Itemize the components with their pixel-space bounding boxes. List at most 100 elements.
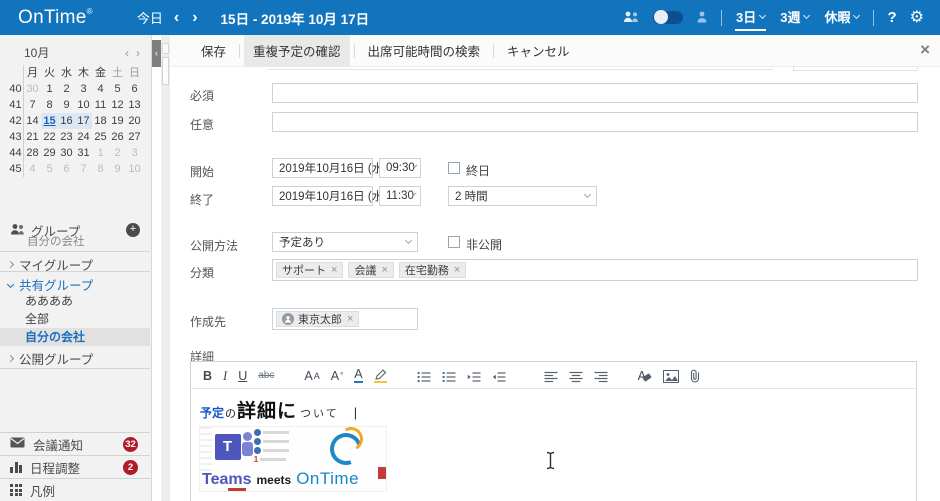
calendar-day[interactable]: 24: [75, 129, 92, 145]
next-arrow-button[interactable]: ›: [190, 11, 199, 25]
save-button[interactable]: 保存: [192, 35, 235, 67]
required-attendees-input[interactable]: [272, 83, 918, 103]
sidebar-item-meeting-notice[interactable]: 会議通知 32: [0, 432, 150, 455]
duration-select[interactable]: 2 時間: [448, 186, 597, 206]
owner-field[interactable]: 東京太郎 ×: [272, 308, 418, 330]
bold-button[interactable]: B: [203, 367, 212, 383]
sidebar-item-shared-groups[interactable]: 共有グループ: [0, 274, 150, 294]
all-day-checkbox[interactable]: [448, 162, 460, 174]
calendar-day[interactable]: 10: [126, 161, 143, 177]
calendar-day[interactable]: 6: [126, 81, 143, 97]
calendar-prev-button[interactable]: ‹: [125, 46, 129, 60]
calendar-day[interactable]: 23: [58, 129, 75, 145]
calendar-day[interactable]: 8: [41, 97, 58, 113]
calendar-day[interactable]: 10: [75, 97, 92, 113]
check-duplicates-button[interactable]: 重複予定の確認: [244, 35, 350, 67]
end-time-select[interactable]: 11:30: [379, 186, 421, 206]
sidebar-item-legend[interactable]: 凡例: [0, 478, 150, 501]
calendar-day[interactable]: 26: [109, 129, 126, 145]
calendar-day[interactable]: 21: [24, 129, 41, 145]
calendar-day[interactable]: 30: [58, 145, 75, 161]
scrollbar-thumb[interactable]: [162, 57, 169, 85]
calendar-day[interactable]: 18: [92, 113, 109, 129]
help-button[interactable]: ?: [887, 9, 896, 26]
outdent-button[interactable]: [492, 367, 506, 383]
sidebar-item-public-groups[interactable]: 公開グループ: [0, 348, 150, 368]
strikethrough-button[interactable]: abc: [258, 367, 274, 383]
calendar-day[interactable]: 4: [24, 161, 41, 177]
calendar-day[interactable]: 1: [92, 145, 109, 161]
calendar-day[interactable]: 27: [126, 129, 143, 145]
close-icon[interactable]: ×: [920, 41, 930, 59]
start-date-select[interactable]: 2019年10月16日 (水): [272, 158, 373, 178]
calendar-day[interactable]: 14: [24, 113, 41, 129]
calendar-day[interactable]: 2: [58, 81, 75, 97]
calendar-next-button[interactable]: ›: [136, 46, 140, 60]
calendar-day[interactable]: 2: [109, 145, 126, 161]
attachment-icon[interactable]: [690, 367, 700, 383]
remove-tag-icon[interactable]: ×: [381, 264, 387, 276]
calendar-day[interactable]: 9: [109, 161, 126, 177]
cancel-button[interactable]: キャンセル: [498, 35, 579, 67]
calendar-day-selected[interactable]: 15: [41, 113, 58, 129]
calendar-day[interactable]: 29: [41, 145, 58, 161]
calendar-day[interactable]: 17: [75, 113, 92, 129]
calendar-day[interactable]: 20: [126, 113, 143, 129]
highlight-button[interactable]: [374, 368, 387, 383]
today-button[interactable]: 今日: [137, 8, 163, 27]
calendar-day[interactable]: 11: [92, 97, 109, 113]
calendar-day[interactable]: 3: [126, 145, 143, 161]
form-scrollbar[interactable]: [161, 35, 170, 501]
view-3day-button[interactable]: 3日: [735, 4, 766, 31]
start-time-select[interactable]: 09:30: [379, 158, 421, 178]
underline-button[interactable]: U: [238, 367, 247, 383]
calendar-day[interactable]: 12: [109, 97, 126, 113]
bullet-list-button[interactable]: [417, 367, 431, 383]
person-view-icon[interactable]: [696, 10, 708, 26]
sidebar-item-group-selected[interactable]: 自分の会社: [0, 328, 150, 346]
insert-image-button[interactable]: [663, 367, 679, 383]
sidebar-item-group[interactable]: ああああ: [0, 292, 150, 310]
scrollbar-up-button[interactable]: [162, 43, 169, 54]
details-editor[interactable]: B I U abc AA A° A A: [190, 361, 917, 501]
calendar-day[interactable]: 22: [41, 129, 58, 145]
numbered-list-button[interactable]: [442, 367, 456, 383]
calendar-day[interactable]: 8: [92, 161, 109, 177]
category-field[interactable]: サポート× 会議× 在宅勤務×: [272, 259, 918, 281]
font-button[interactable]: AA: [304, 367, 319, 383]
group-view-icon[interactable]: [623, 10, 640, 26]
prev-arrow-button[interactable]: ‹: [172, 11, 181, 25]
remove-tag-icon[interactable]: ×: [454, 264, 460, 276]
calendar-day[interactable]: 7: [24, 97, 41, 113]
clear-format-button[interactable]: A: [638, 367, 646, 383]
align-left-button[interactable]: [544, 367, 558, 383]
search-free-time-button[interactable]: 出席可能時間の検索: [359, 35, 490, 67]
calendar-day[interactable]: 16: [58, 113, 75, 129]
indent-button[interactable]: [467, 367, 481, 383]
remove-tag-icon[interactable]: ×: [347, 313, 353, 325]
editor-content[interactable]: 予定 の 詳細に ついて | T: [191, 389, 916, 498]
calendar-day[interactable]: 9: [58, 97, 75, 113]
calendar-day[interactable]: 5: [109, 81, 126, 97]
calendar-day[interactable]: 3: [75, 81, 92, 97]
calendar-day[interactable]: 4: [92, 81, 109, 97]
sidebar-item-group[interactable]: 全部: [0, 310, 150, 328]
font-color-button[interactable]: A: [354, 368, 362, 383]
private-checkbox[interactable]: [448, 236, 460, 248]
calendar-day[interactable]: 31: [75, 145, 92, 161]
calendar-day[interactable]: 5: [41, 161, 58, 177]
calendar-day[interactable]: 1: [41, 81, 58, 97]
align-center-button[interactable]: [569, 367, 583, 383]
calendar-day[interactable]: 25: [92, 129, 109, 145]
gear-icon[interactable]: ⚙: [910, 10, 924, 26]
calendar-day[interactable]: 13: [126, 97, 143, 113]
view-toggle[interactable]: [653, 11, 683, 24]
calendar-day[interactable]: 6: [58, 161, 75, 177]
sidebar-item-schedule-adjust[interactable]: 日程調整 2: [0, 455, 150, 478]
end-date-select[interactable]: 2019年10月16日 (水): [272, 186, 373, 206]
calendar-day[interactable]: 19: [109, 113, 126, 129]
calendar-day[interactable]: 7: [75, 161, 92, 177]
visibility-select[interactable]: 予定あり: [272, 232, 418, 252]
view-3week-button[interactable]: 3週: [779, 4, 810, 31]
align-right-button[interactable]: [594, 367, 608, 383]
